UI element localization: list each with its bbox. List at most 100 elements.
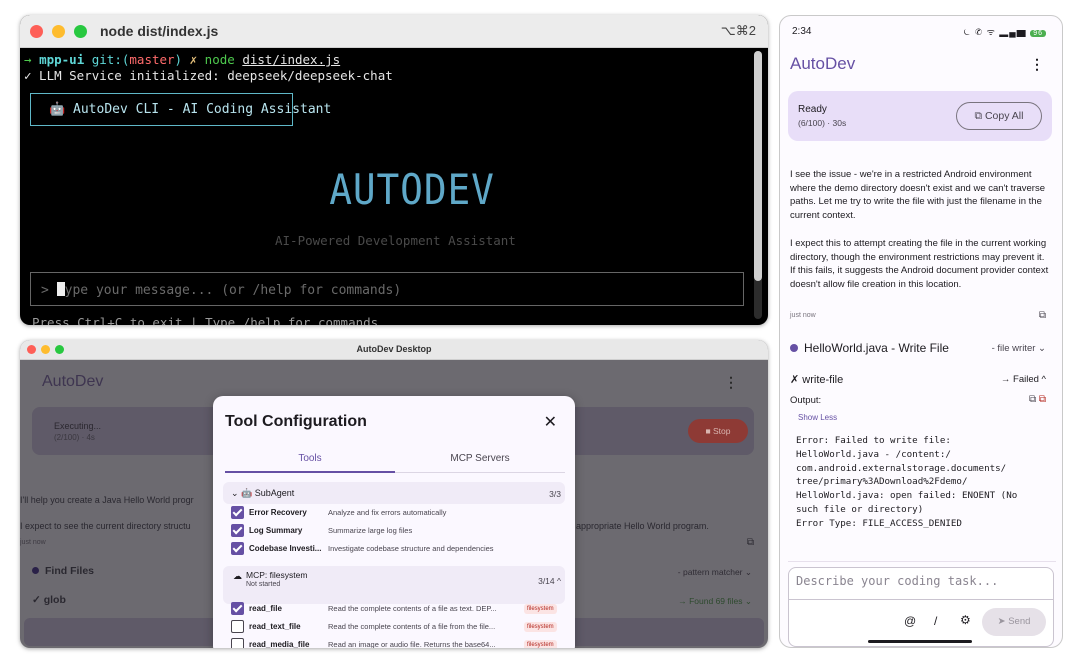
desktop-title: AutoDev Desktop <box>356 344 432 354</box>
cli-banner: 🤖 AutoDev CLI - AI Coding Assistant <box>30 93 331 126</box>
autodev-logo: AUTODEV <box>329 165 495 214</box>
copy-all-button[interactable]: ⧉ Copy All <box>956 102 1042 130</box>
write-file-tool-header[interactable]: HelloWorld.java - Write File <box>790 341 949 355</box>
assistant-message-2-tail: appropriate Hello World program. <box>576 521 709 531</box>
prompt-argument: dist/index.js <box>242 52 341 67</box>
send-button[interactable]: ➤ Send <box>982 608 1046 636</box>
timestamp: just now <box>20 539 46 546</box>
tool-name: read_media_file <box>249 640 310 648</box>
tool-description: Read an image or audio file. Returns the… <box>328 640 496 648</box>
tool-tag: filesystem <box>524 604 557 614</box>
dialog-title: Tool Configuration <box>225 413 367 430</box>
execution-progress: (2/100) · 4s <box>54 433 95 442</box>
glob-result[interactable]: → Found 69 files ⌄ <box>678 596 752 607</box>
task-input-placeholder: Describe your coding task... <box>796 574 999 588</box>
assistant-message-1: I see the issue - we're in a restricted … <box>790 169 1045 221</box>
gear-icon[interactable]: ⚙ <box>960 613 971 627</box>
terminal-titlebar: node dist/index.js ⌥⌘2 <box>20 15 768 48</box>
message-input[interactable]: > ype your message... (or /help for comm… <box>30 272 744 306</box>
tool-configuration-dialog: Tool Configuration ✕ Tools MCP Servers ⌄… <box>213 396 575 648</box>
terminal-shortcut: ⌥⌘2 <box>720 23 756 38</box>
maximize-window-button[interactable] <box>74 25 87 38</box>
tool-name: read_file <box>249 604 282 613</box>
more-menu-icon[interactable]: ⋮ <box>724 374 738 391</box>
timestamp: just now <box>790 312 816 319</box>
copy-icon[interactable]: ⧉ <box>747 537 754 548</box>
status-dot-icon <box>32 567 39 574</box>
copy-icon[interactable]: ⧉ <box>1039 310 1046 321</box>
tab-mcp-servers[interactable]: MCP Servers <box>395 453 565 464</box>
status-icons: ⏾ ✆ ᯤ ▂▄▆ 96 <box>963 25 1046 38</box>
output-label: Output: <box>790 395 822 406</box>
error-output: Error: Failed to write file: HelloWorld.… <box>796 435 1018 529</box>
close-icon[interactable]: ✕ <box>544 412 557 432</box>
status-time: 2:34 <box>792 26 812 37</box>
find-files-label: Find Files <box>45 565 95 577</box>
find-files-tool[interactable]: Find Files <box>32 565 94 577</box>
assistant-message-1: I'll help you create a Java Hello World … <box>20 495 194 505</box>
checkbox[interactable] <box>231 506 244 519</box>
terminal-title: node dist/index.js <box>100 23 219 39</box>
slash-command-icon[interactable]: / <box>934 614 937 628</box>
copy-output-icons[interactable]: ⧉ ⧉ <box>1029 394 1046 405</box>
tool-title: HelloWorld.java - Write File <box>804 341 949 355</box>
mcp-status: Not started <box>246 581 281 588</box>
mcp-section-label: MCP: filesystem <box>246 570 308 580</box>
show-less-link[interactable]: Show Less <box>798 413 837 422</box>
failed-toggle[interactable]: → Failed ^ <box>1001 374 1046 385</box>
terminal-window: node dist/index.js ⌥⌘2 → mpp-ui git:(mas… <box>20 15 768 325</box>
mcp-count[interactable]: 3/14 ^ <box>538 576 561 586</box>
tab-indicator <box>225 471 395 473</box>
tool-row[interactable]: Codebase Investi... Investigate codebase… <box>231 541 561 559</box>
pattern-matcher-toggle[interactable]: - pattern matcher ⌄ <box>678 567 752 578</box>
tool-name: Log Summary <box>249 526 303 535</box>
checkbox[interactable] <box>231 524 244 537</box>
tool-row[interactable]: read_text_file Read the complete content… <box>231 619 561 637</box>
tool-row[interactable]: read_media_file Read an image or audio f… <box>231 637 561 648</box>
phone-screen: 2:34 ⏾ ✆ ᯤ ▂▄▆ 96 AutoDev ⋮ Ready (6/100… <box>779 15 1063 648</box>
status-dot-icon <box>790 344 798 352</box>
execution-status: Executing... <box>54 421 102 431</box>
prompt-directory: mpp-ui <box>39 52 85 67</box>
subagent-count: 3/3 <box>549 489 561 499</box>
copy-icon[interactable]: ⧉ <box>1029 394 1036 405</box>
tagline: AI-Powered Development Assistant <box>275 233 516 248</box>
at-mention-icon[interactable]: @ <box>904 614 916 628</box>
tab-tools[interactable]: Tools <box>225 453 395 464</box>
checkbox[interactable] <box>231 638 244 648</box>
status-progress: (6/100) · 30s <box>798 118 847 128</box>
tool-name: read_text_file <box>249 622 301 631</box>
terminal-scrollbar-thumb[interactable] <box>754 51 762 281</box>
desktop-titlebar: AutoDev Desktop <box>20 340 768 360</box>
checkbox[interactable] <box>231 620 244 633</box>
tool-row[interactable]: Error Recovery Analyze and fix errors au… <box>231 505 561 523</box>
home-indicator <box>868 640 972 643</box>
tool-type-toggle[interactable]: - file writer ⌄ <box>992 343 1046 354</box>
input-divider <box>788 599 1054 600</box>
divider <box>788 561 1056 562</box>
help-line: Press Ctrl+C to exit | Type /help for co… <box>32 315 379 325</box>
app-title: AutoDev <box>790 54 856 73</box>
prompt-git-close: ) <box>174 52 183 67</box>
more-menu-icon[interactable]: ⋮ <box>1030 56 1044 73</box>
tool-row[interactable]: read_file Read the complete contents of … <box>231 601 561 619</box>
checkbox[interactable] <box>231 602 244 615</box>
input-placeholder: ype your message... (or /help for comman… <box>64 283 402 298</box>
checkbox[interactable] <box>231 542 244 555</box>
minimize-window-button[interactable] <box>52 25 65 38</box>
signal-icon: ⏾ ✆ ᯤ ▂▄▆ <box>963 27 1027 37</box>
write-file-call: ✗ write-file <box>790 374 844 386</box>
stop-button[interactable]: ■ Stop <box>688 419 748 443</box>
prompt-branch: master <box>129 52 175 67</box>
close-window-button[interactable] <box>30 25 43 38</box>
tool-description: Summarize large log files <box>328 526 413 535</box>
prompt-command: node <box>204 52 235 67</box>
desktop-window: AutoDev Desktop AutoDev ⋮ Executing... (… <box>20 340 768 648</box>
tool-row[interactable]: Log Summary Summarize large log files <box>231 523 561 541</box>
battery-icon: 96 <box>1030 30 1046 37</box>
tool-description: Analyze and fix errors automatically <box>328 508 447 517</box>
copy-error-icon[interactable]: ⧉ <box>1039 394 1046 405</box>
tool-description: Investigate codebase structure and depen… <box>328 544 494 553</box>
tool-name: Codebase Investi... <box>249 544 322 553</box>
glob-tool[interactable]: ✓ glob <box>32 594 66 606</box>
